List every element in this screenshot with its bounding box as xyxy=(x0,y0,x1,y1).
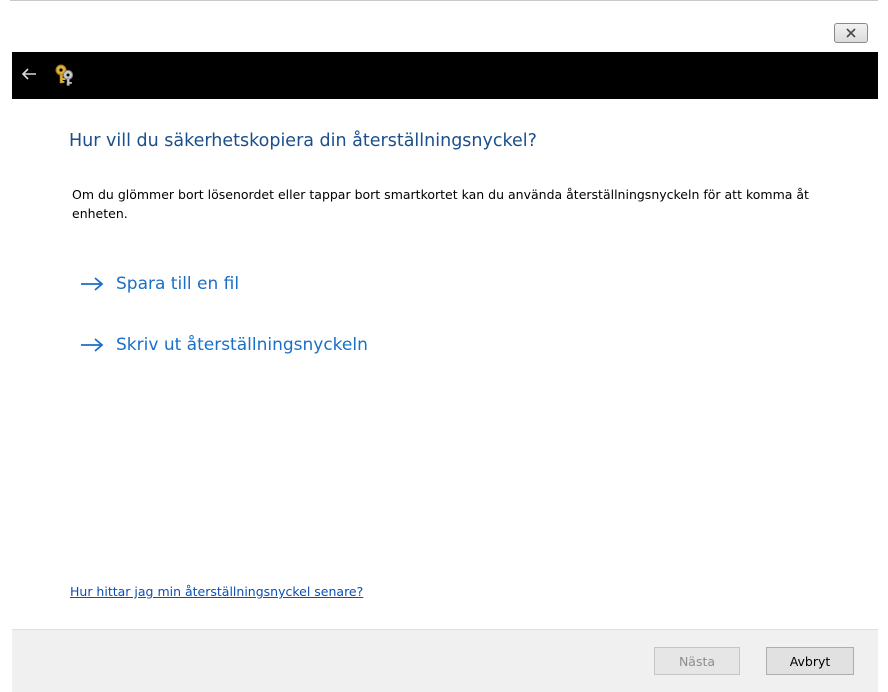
keys-icon xyxy=(55,64,74,86)
navigation-bar xyxy=(12,52,878,99)
save-to-file-option[interactable]: Spara till en fil xyxy=(80,274,239,294)
window-frame xyxy=(0,0,6,691)
next-button[interactable]: Nästa xyxy=(654,647,740,675)
cancel-button[interactable]: Avbryt xyxy=(766,647,854,675)
page-title: Hur vill du säkerhetskopiera din återstä… xyxy=(69,131,537,151)
back-arrow-icon xyxy=(21,68,36,80)
right-arrow-icon xyxy=(81,277,104,291)
help-link[interactable]: Hur hittar jag min återställningsnyckel … xyxy=(70,584,363,599)
wizard-content: Hur vill du säkerhetskopiera din återstä… xyxy=(12,99,878,629)
save-to-file-label: Spara till en fil xyxy=(116,274,240,294)
window-frame-right xyxy=(878,0,888,691)
print-key-label: Skriv ut återställningsnyckeln xyxy=(116,335,368,355)
button-bar: Nästa Avbryt xyxy=(12,629,878,692)
print-key-option[interactable]: Skriv ut återställningsnyckeln xyxy=(80,335,368,355)
right-arrow-icon xyxy=(81,338,104,352)
close-button[interactable] xyxy=(834,23,868,43)
back-button[interactable] xyxy=(18,63,40,85)
close-icon xyxy=(846,28,856,38)
title-bar xyxy=(10,0,878,53)
description-text: Om du glömmer bort lösenordet eller tapp… xyxy=(72,187,809,221)
